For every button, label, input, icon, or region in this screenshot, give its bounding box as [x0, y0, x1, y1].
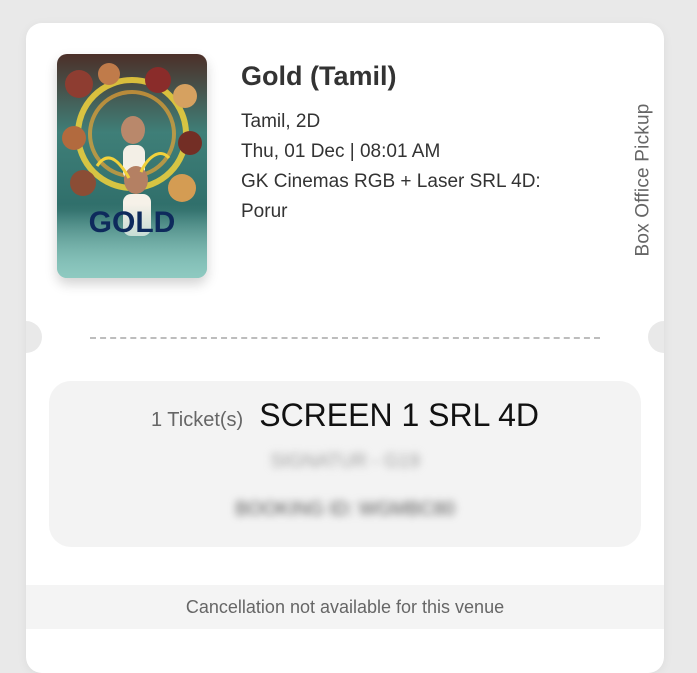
language-format: Tamil, 2D: [241, 111, 321, 132]
pickup-label: Box Office Pickup: [632, 87, 654, 272]
movie-title: Gold (Tamil): [241, 61, 397, 91]
left-ticket-notch: [26, 321, 42, 353]
seat-info: SIGNATUR - G19: [270, 451, 420, 472]
venue-name: GK Cinemas RGB + Laser SRL 4D: Porur: [241, 171, 541, 222]
movie-info: Gold (Tamil) Tamil, 2D Thu, 01 Dec | 08:…: [241, 59, 591, 227]
show-datetime: Thu, 01 Dec | 08:01 AM: [241, 141, 441, 162]
poster-image: GOLD: [57, 54, 207, 278]
box-office-pickup-text: Box Office Pickup: [632, 102, 654, 257]
ticket-details: 1 Ticket(s) SCREEN 1 SRL 4D SIGNATUR - G…: [49, 381, 641, 547]
movie-poster: GOLD: [57, 54, 207, 278]
ticket-card: GOLD Gold (Tamil) Tamil, 2D Thu, 01 Dec …: [26, 23, 664, 673]
ticket-summary: 1 Ticket(s) SCREEN 1 SRL 4D: [49, 397, 641, 434]
booking-id: BOOKING ID: WGMBC80: [235, 499, 455, 520]
cancellation-text: Cancellation not available for this venu…: [185, 596, 505, 617]
ticket-count: 1 Ticket(s): [150, 409, 244, 431]
right-ticket-notch: [648, 321, 664, 353]
ticket-tear-line: [90, 337, 600, 339]
screen-name: SCREEN 1 SRL 4D: [259, 397, 540, 433]
poster-title: GOLD: [89, 206, 176, 239]
cancellation-notice: Cancellation not available for this venu…: [26, 585, 664, 629]
